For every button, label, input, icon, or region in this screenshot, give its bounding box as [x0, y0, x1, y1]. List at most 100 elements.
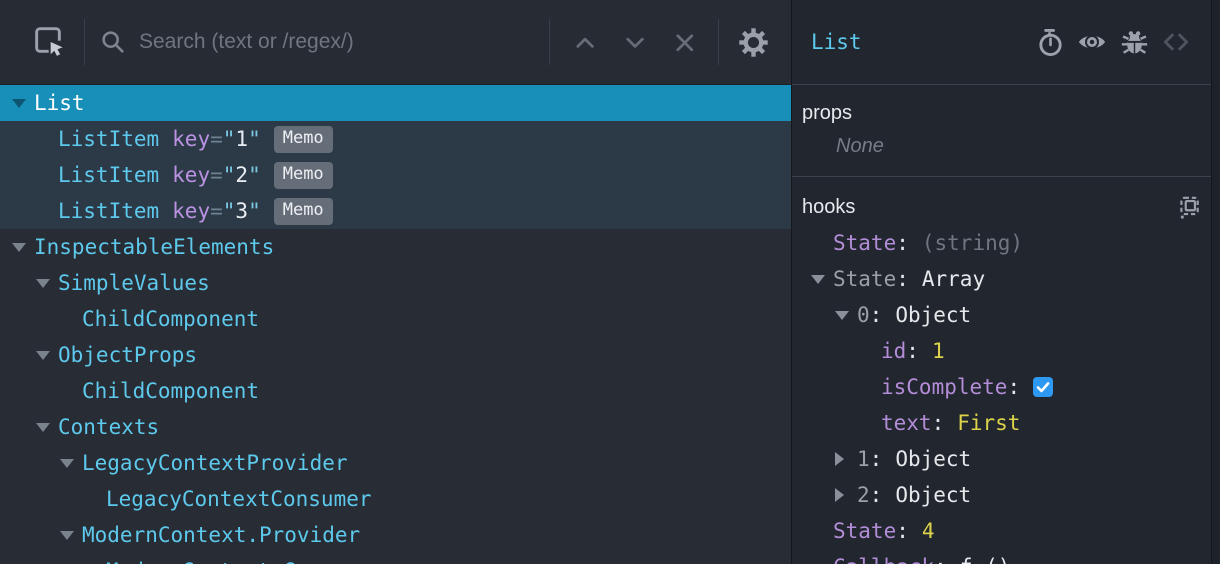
caret-down-icon[interactable] — [36, 350, 58, 360]
component-name: Contexts — [58, 415, 160, 439]
tree-toolbar — [0, 0, 791, 85]
hook-row[interactable]: 0: Object — [792, 297, 1211, 333]
parse-hook-names-icon — [1180, 196, 1199, 219]
hook-name: State — [833, 231, 897, 255]
hook-colon: : — [896, 267, 909, 291]
suspend-toggle-button[interactable] — [1029, 22, 1071, 62]
component-name: LegacyContextProvider — [82, 451, 348, 475]
hook-colon: : — [896, 519, 909, 543]
hook-name: id — [881, 339, 907, 363]
hook-row[interactable]: id:1 — [792, 333, 1211, 369]
tree-row[interactable]: Contexts — [0, 409, 791, 445]
hook-value: First — [957, 411, 1021, 435]
hook-colon: : — [869, 303, 883, 327]
hook-colon: : — [934, 555, 947, 564]
attr-quote: " — [222, 163, 236, 187]
tree-row[interactable]: ListItem key="1" Memo — [0, 121, 791, 157]
component-name: ListItem — [58, 163, 160, 187]
component-tree: List ListItem key="1" Memo ListItem key="2" Me… — [0, 85, 791, 564]
caret-right-icon[interactable] — [835, 452, 857, 466]
attr-name: key — [172, 163, 211, 187]
attr-quote: " — [222, 127, 236, 151]
hook-value: 1 — [931, 339, 945, 363]
tree-row[interactable]: LegacyContextProvider — [0, 445, 791, 481]
hook-value: Array — [921, 267, 986, 291]
hooks-section-header: hooks — [792, 189, 1211, 225]
hook-row[interactable]: State:4 — [792, 513, 1211, 549]
memo-badge: Memo — [273, 197, 333, 225]
view-source-button[interactable] — [1155, 22, 1197, 62]
caret-right-icon[interactable] — [835, 488, 857, 502]
component-name: ObjectProps — [58, 343, 198, 367]
tree-row[interactable]: ModernContext.Provider — [0, 517, 791, 553]
previous-result-button[interactable] — [564, 22, 604, 62]
hook-row[interactable]: 1: Object — [792, 441, 1211, 477]
settings-button[interactable] — [733, 22, 773, 62]
tree-row[interactable]: ChildComponent — [0, 301, 791, 337]
hook-row[interactable]: State: Array — [792, 261, 1211, 297]
tree-row[interactable]: SimpleValues — [0, 265, 791, 301]
caret-down-icon[interactable] — [811, 274, 833, 284]
component-name: ModernContext.Provider — [82, 523, 361, 547]
inspect-element-button[interactable] — [30, 22, 70, 62]
hook-row[interactable]: 2: Object — [792, 477, 1211, 513]
vertical-scrollbar[interactable] — [1211, 0, 1219, 564]
hook-colon: : — [906, 339, 919, 363]
hook-name: 2 — [857, 483, 870, 507]
checkmark-icon — [1036, 382, 1050, 393]
toolbar-divider — [718, 19, 719, 65]
caret-down-icon[interactable] — [36, 278, 58, 288]
inspected-component-title: List — [811, 30, 862, 54]
tree-row[interactable]: ObjectProps — [0, 337, 791, 373]
caret-down-icon[interactable] — [835, 310, 857, 320]
hooks-tree: State: (string) State: Array 0: Object id:1 isC… — [792, 225, 1211, 564]
close-icon — [675, 33, 693, 51]
hook-colon: : — [1007, 375, 1021, 399]
attr-value: 3 — [235, 199, 249, 223]
hook-name: isComplete — [881, 375, 1008, 399]
attr-quote: " — [248, 127, 261, 151]
tree-row[interactable]: ListItem key="2" Memo — [0, 157, 791, 193]
attr-quote: " — [248, 199, 261, 223]
tree-row[interactable]: InspectableElements — [0, 229, 791, 265]
hook-row[interactable]: text: First — [792, 405, 1211, 441]
component-name: LegacyContextConsumer — [106, 487, 372, 511]
hook-name: Callback — [833, 555, 934, 564]
inspect-dom-button[interactable] — [1071, 22, 1113, 62]
log-to-console-button[interactable] — [1113, 22, 1155, 62]
clear-search-button[interactable] — [664, 22, 704, 62]
attr-name: key — [172, 199, 211, 223]
hook-value: Object — [895, 483, 972, 507]
caret-down-icon[interactable] — [12, 98, 34, 108]
hooks-section: hooks State: (string) State: Array 0: Object i… — [792, 177, 1211, 564]
caret-down-icon[interactable] — [12, 242, 34, 252]
hook-value: Object — [895, 447, 972, 471]
attr-name: key — [172, 127, 211, 151]
attr-value: 2 — [235, 163, 249, 187]
caret-down-icon[interactable] — [36, 422, 58, 432]
tree-row[interactable]: ListItem key="3" Memo — [0, 193, 791, 229]
tree-row[interactable]: ChildComponent — [0, 373, 791, 409]
search-input[interactable] — [139, 30, 535, 54]
hook-row[interactable]: isComplete: — [792, 369, 1211, 405]
props-empty-text: None — [836, 135, 884, 157]
tree-row[interactable]: ModernContext.Consumer — [0, 553, 791, 564]
tree-row[interactable]: LegacyContextConsumer — [0, 481, 791, 517]
tree-row[interactable]: List — [0, 85, 791, 121]
caret-down-icon[interactable] — [60, 530, 82, 540]
caret-down-icon[interactable] — [60, 458, 82, 468]
hook-row[interactable]: Callback: ƒ () — [792, 549, 1211, 564]
boolean-value-checkbox[interactable] — [1033, 377, 1054, 397]
hook-value: ƒ () — [960, 555, 1011, 564]
attr-value: 1 — [235, 127, 249, 151]
attr-equals: = — [210, 163, 223, 187]
hook-colon: : — [931, 411, 945, 435]
component-key-attribute: key="1" — [172, 127, 261, 151]
search-nav-group — [564, 22, 704, 62]
hook-row[interactable]: State: (string) — [792, 225, 1211, 261]
hook-colon: : — [896, 231, 909, 255]
parse-hook-names-button[interactable] — [1169, 189, 1209, 225]
inspected-element-panel: List props None hooks State: (string) S… — [792, 0, 1219, 564]
next-result-button[interactable] — [614, 22, 654, 62]
hook-value: 4 — [921, 519, 935, 543]
